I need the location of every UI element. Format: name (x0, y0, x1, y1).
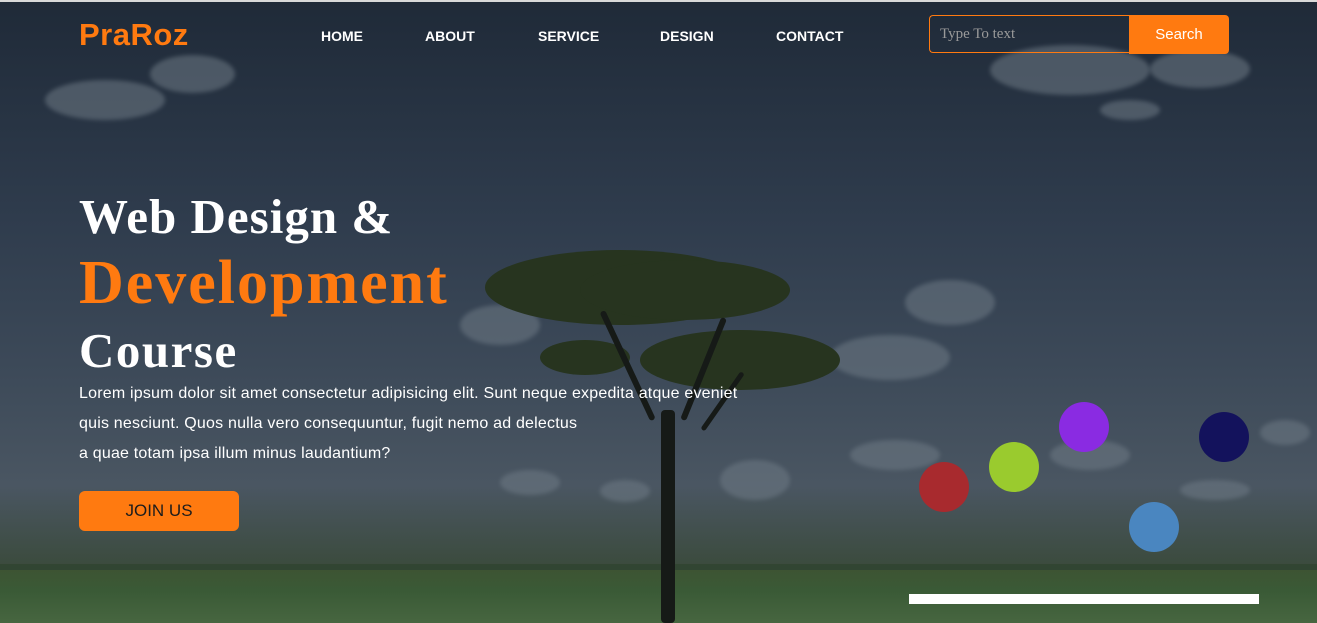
nav-item-design[interactable]: DESIGN (660, 28, 714, 44)
cloud (905, 280, 995, 325)
hero-title-highlight: Development (79, 249, 449, 317)
decor-dot-purple (1059, 402, 1109, 452)
cloud (600, 480, 650, 502)
brand-logo[interactable]: PraRoz (79, 17, 189, 53)
nav-item-contact[interactable]: CONTACT (776, 28, 843, 44)
join-us-button[interactable]: JOIN US (79, 491, 239, 531)
decor-dot-red (919, 462, 969, 512)
cloud (500, 470, 560, 495)
hero-description-line: Lorem ipsum dolor sit amet consectetur a… (79, 385, 738, 402)
cloud (1260, 420, 1310, 445)
cloud (850, 440, 940, 470)
nav-item-service[interactable]: SERVICE (538, 28, 599, 44)
cloud (1150, 50, 1250, 88)
decor-dot-navy (1199, 412, 1249, 462)
search-input[interactable] (929, 15, 1129, 53)
hero-description: Lorem ipsum dolor sit amet consectetur a… (79, 379, 859, 469)
cloud (150, 55, 235, 93)
hero-title-line3: Course (79, 323, 238, 378)
nav-item-home[interactable]: HOME (321, 28, 363, 44)
top-border (0, 0, 1317, 2)
hero-title-line1: Web Design & (79, 189, 394, 244)
hero-description-line: a quae totam ipsa illum minus laudantium… (79, 445, 391, 462)
cloud (1180, 480, 1250, 500)
search-button[interactable]: Search (1129, 15, 1229, 54)
decor-dot-green (989, 442, 1039, 492)
hero-description-line: quis nesciunt. Quos nulla vero consequun… (79, 415, 578, 432)
cloud (1100, 100, 1160, 120)
slider-indicator-bar (909, 594, 1259, 604)
decor-dot-blue (1129, 502, 1179, 552)
nav-item-about[interactable]: ABOUT (425, 28, 475, 44)
tree-canopy (580, 260, 790, 320)
cloud (830, 335, 950, 380)
cloud (45, 80, 165, 120)
